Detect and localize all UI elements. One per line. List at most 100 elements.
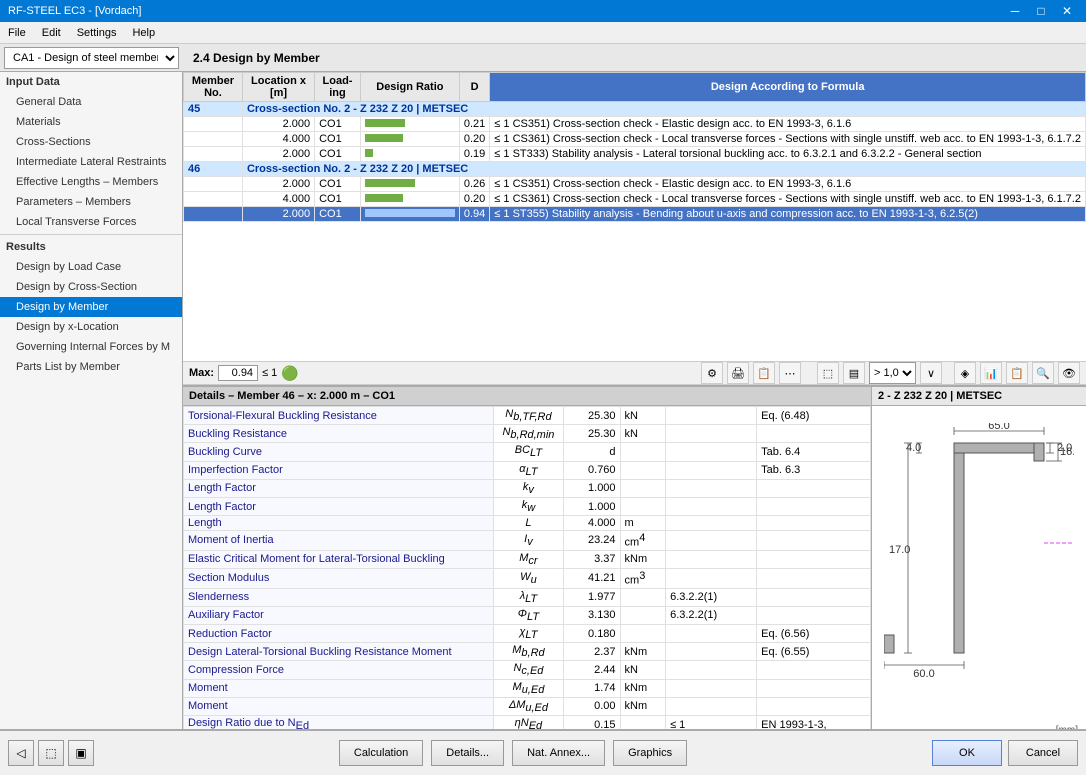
dt-unit-8: cm4: [620, 531, 666, 551]
menu-file[interactable]: File: [0, 22, 34, 43]
sidebar-item-parameters-members[interactable]: Parameters – Members: [0, 192, 182, 212]
sidebar-input-heading: Input Data: [0, 72, 182, 92]
cell-ratio-val: 0.26: [459, 177, 489, 192]
dt-sym-14: Mb,Rd: [494, 643, 563, 661]
sidebar-item-local-transverse[interactable]: Local Transverse Forces: [0, 212, 182, 232]
toolbar-btn-1[interactable]: ⚙: [701, 362, 723, 384]
calculation-button[interactable]: Calculation: [339, 740, 423, 766]
bottom-icon-btn-1[interactable]: ◁: [8, 740, 34, 766]
menu-help[interactable]: Help: [124, 22, 163, 43]
graphics-body: 65.0 2.0 16.0: [872, 406, 1086, 729]
ok-button[interactable]: OK: [932, 740, 1002, 766]
sidebar-item-general-data[interactable]: General Data: [0, 92, 182, 112]
bottom-icon-btn-3[interactable]: ▣: [68, 740, 94, 766]
menu-edit[interactable]: Edit: [34, 22, 69, 43]
results-table-container[interactable]: Member No. Location x [m] Load-ing Desig…: [183, 72, 1086, 362]
sidebar-item-design-x-location[interactable]: Design by x-Location: [0, 317, 182, 337]
toolbar-btn-3[interactable]: 📋: [753, 362, 775, 384]
dt-unit-15: kN: [620, 661, 666, 679]
sidebar-item-intermediate-lateral[interactable]: Intermediate Lateral Restraints: [0, 152, 182, 172]
sidebar-item-effective-lengths[interactable]: Effective Lengths – Members: [0, 172, 182, 192]
dt-eq-16: [757, 679, 871, 697]
bottom-icon-btn-2[interactable]: ⬚: [38, 740, 64, 766]
sidebar-item-cross-sections[interactable]: Cross-Sections: [0, 132, 182, 152]
nat-annex-button[interactable]: Nat. Annex...: [512, 740, 605, 766]
sidebar-separator: [0, 234, 182, 235]
toolbar-btn-7[interactable]: ∨: [920, 362, 942, 384]
cell-ratio-bar: [360, 207, 459, 222]
details-row: Torsional-Flexural Buckling Resistance N…: [184, 407, 871, 425]
toolbar-btn-10[interactable]: 📋: [1006, 362, 1028, 384]
sidebar-item-design-load-case[interactable]: Design by Load Case: [0, 257, 182, 277]
maximize-button[interactable]: □: [1030, 0, 1052, 22]
case-dropdown[interactable]: CA1 - Design of steel members: [4, 47, 179, 69]
dt-unit-14: kNm: [620, 643, 666, 661]
details-header: Details – Member 46 – x: 2.000 m – CO1: [183, 387, 871, 406]
dt-name-7: Length: [184, 516, 494, 531]
details-row: Section Modulus Wu 41.21 cm3: [184, 568, 871, 588]
toolbar-btn-11[interactable]: 🔍: [1032, 362, 1054, 384]
close-button[interactable]: ✕: [1056, 0, 1078, 22]
dt-sym-8: Iv: [494, 531, 563, 551]
dt-sym-9: Mcr: [494, 550, 563, 568]
cancel-button[interactable]: Cancel: [1008, 740, 1078, 766]
sidebar-item-governing-internal[interactable]: Governing Internal Forces by M: [0, 337, 182, 357]
dt-eq-7: [757, 516, 871, 531]
table-row[interactable]: 2.000 CO1 0.19 ≤ 1 ST333) Stability anal…: [184, 147, 1086, 162]
toolbar-btn-9[interactable]: 📊: [980, 362, 1002, 384]
minimize-button[interactable]: ─: [1004, 0, 1026, 22]
filter-dropdown[interactable]: > 1,0: [869, 362, 916, 384]
dt-eq-13: Eq. (6.56): [757, 625, 871, 643]
dt-name-17: Moment: [184, 697, 494, 715]
table-row[interactable]: 4.000 CO1 0.20 ≤ 1 CS361) Cross-section …: [184, 132, 1086, 147]
dt-val-5: 1.000: [563, 479, 620, 497]
graphics-button[interactable]: Graphics: [613, 740, 687, 766]
top-bar: CA1 - Design of steel members 2.4 Design…: [0, 44, 1086, 72]
svg-text:16.0: 16.0: [1060, 446, 1074, 458]
toolbar-btn-2[interactable]: 🖨: [727, 362, 749, 384]
toolbar-btn-eye[interactable]: 👁: [1058, 362, 1080, 384]
dt-sym-4: αLT: [494, 461, 563, 479]
dt-unit-12: [620, 606, 666, 624]
cell-le: ≤ 1 CS351) Cross-section check - Elastic…: [490, 117, 1086, 132]
cell-member: [184, 147, 243, 162]
dt-eq-5: [757, 479, 871, 497]
dt-sym-13: χLT: [494, 625, 563, 643]
bottom-right-buttons: OK Cancel: [932, 740, 1078, 766]
dt-sym-12: ΦLT: [494, 606, 563, 624]
dt-val-2: 25.30: [563, 425, 620, 443]
dt-name-13: Reduction Factor: [184, 625, 494, 643]
menu-settings[interactable]: Settings: [69, 22, 125, 43]
dt-unit-9: kNm: [620, 550, 666, 568]
dt-unit-17: kNm: [620, 697, 666, 715]
cross-section-45-label: Cross-section No. 2 - Z 232 Z 20 | METSE…: [242, 102, 1085, 117]
cell-ratio-val: 0.94: [459, 207, 489, 222]
dt-unit-13: [620, 625, 666, 643]
details-row: Moment of Inertia Iv 23.24 cm4: [184, 531, 871, 551]
sidebar-item-design-member[interactable]: Design by Member: [0, 297, 182, 317]
toolbar-btn-8[interactable]: ◈: [954, 362, 976, 384]
max-icon: 🟢: [281, 365, 298, 382]
details-button[interactable]: Details...: [431, 740, 504, 766]
table-row[interactable]: 2.000 CO1 0.21 ≤ 1 CS351) Cross-section …: [184, 117, 1086, 132]
dt-sym-2: Nb,Rd,min: [494, 425, 563, 443]
table-row-selected[interactable]: 2.000 CO1 0.94 ≤ 1 ST355) Stability anal…: [184, 207, 1086, 222]
toolbar-btn-4[interactable]: ⋯: [779, 362, 801, 384]
sidebar-item-materials[interactable]: Materials: [0, 112, 182, 132]
dt-name-1: Torsional-Flexural Buckling Resistance: [184, 407, 494, 425]
results-table: Member No. Location x [m] Load-ing Desig…: [183, 72, 1086, 222]
dt-val-14: 2.37: [563, 643, 620, 661]
table-row[interactable]: 4.000 CO1 0.20 ≤ 1 CS361) Cross-section …: [184, 192, 1086, 207]
dt-val-3: d: [563, 443, 620, 461]
toolbar-btn-6[interactable]: ▤: [843, 362, 865, 384]
section-title: 2.4 Design by Member: [185, 51, 320, 65]
dt-unit-2: kN: [620, 425, 666, 443]
details-table-container[interactable]: Torsional-Flexural Buckling Resistance N…: [183, 406, 871, 729]
table-row[interactable]: 2.000 CO1 0.26 ≤ 1 CS351) Cross-section …: [184, 177, 1086, 192]
dt-val-4: 0.760: [563, 461, 620, 479]
details-area: Details – Member 46 – x: 2.000 m – CO1 T…: [183, 385, 1086, 729]
sidebar-item-design-cross-section[interactable]: Design by Cross-Section: [0, 277, 182, 297]
sidebar-item-parts-list[interactable]: Parts List by Member: [0, 357, 182, 377]
th-design-ratio: Design Ratio: [360, 73, 459, 102]
toolbar-btn-5[interactable]: ⬚: [817, 362, 839, 384]
